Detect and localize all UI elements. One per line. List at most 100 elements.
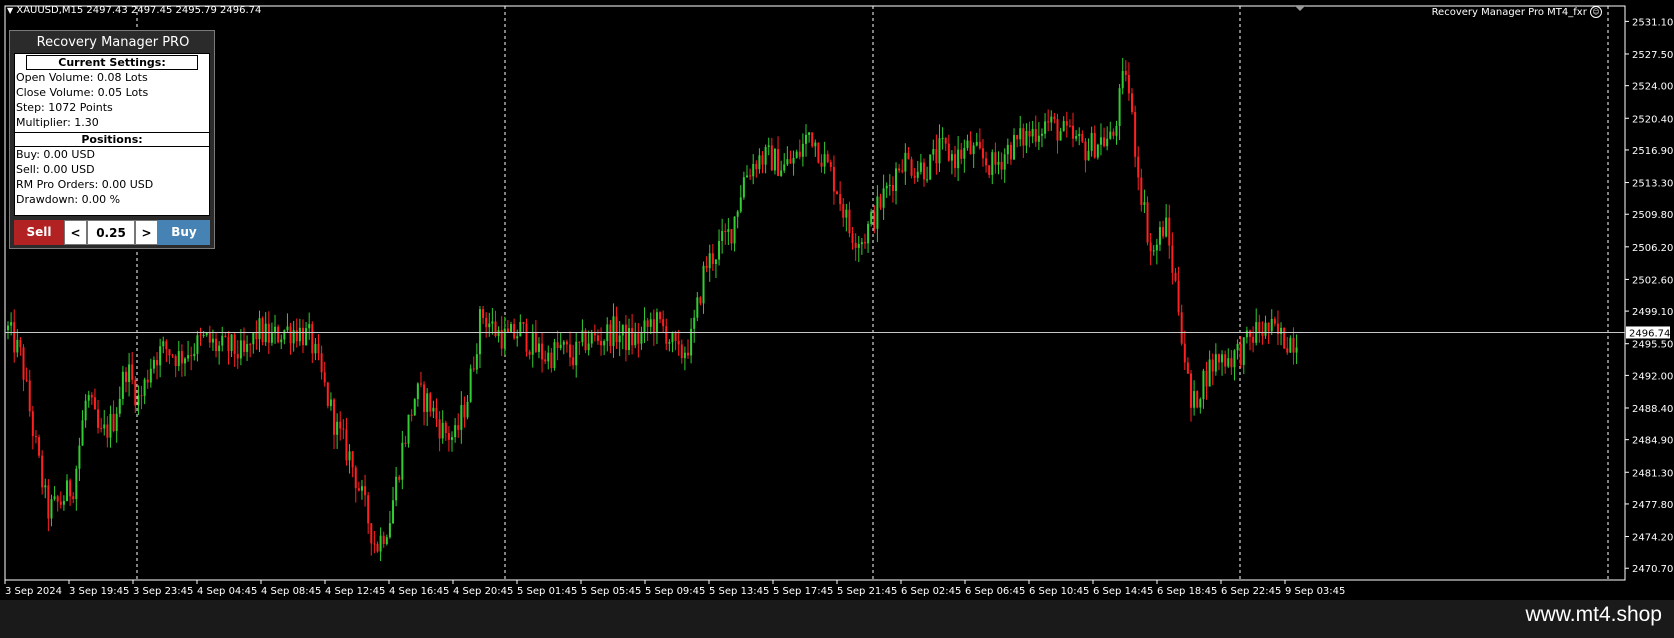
- candle-body: [87, 395, 90, 401]
- candle-body: [454, 425, 457, 438]
- candle-body: [854, 242, 857, 248]
- candle-body: [13, 322, 16, 353]
- candle-body: [93, 397, 96, 410]
- candle-body: [364, 486, 367, 496]
- time-label: 3 Sep 23:45: [133, 586, 193, 597]
- smiley-icon[interactable]: ☺: [1590, 6, 1602, 18]
- candle-body: [758, 155, 761, 170]
- candle-body: [22, 347, 25, 380]
- candle-body: [1044, 121, 1047, 134]
- candle-body: [891, 184, 894, 191]
- chart-canvas[interactable]: 2531.10 2527.50 2524.00 2520.40 2516.90 2513.…: [0, 0, 1674, 600]
- candle-body: [876, 196, 879, 229]
- candle-body: [395, 476, 398, 501]
- candle-body: [124, 371, 127, 383]
- candle-body: [553, 342, 556, 369]
- candle-body: [497, 330, 500, 337]
- candle-body: [128, 364, 131, 383]
- candle-body: [969, 140, 972, 154]
- candle-body: [569, 344, 572, 358]
- ea-name: Recovery Manager Pro MT4_fxr: [1431, 7, 1587, 18]
- candle-body: [447, 432, 450, 440]
- price-label: 2481.30: [1632, 468, 1673, 479]
- candle-body: [1009, 144, 1012, 160]
- chart-shift-marker-icon[interactable]: [1295, 6, 1305, 11]
- candle-body: [559, 344, 562, 349]
- candle-body: [1286, 348, 1289, 353]
- time-label: 5 Sep 05:45: [581, 586, 641, 597]
- candle-body: [339, 421, 342, 429]
- candle-body: [1040, 133, 1043, 136]
- candle-body: [593, 333, 596, 336]
- candle-body: [62, 501, 65, 505]
- candle-body: [149, 368, 152, 383]
- candle-body: [938, 138, 941, 164]
- price-label: 2488.40: [1632, 404, 1673, 415]
- candle-body: [1165, 217, 1168, 237]
- sell-button[interactable]: Sell: [14, 220, 64, 245]
- candle-body: [308, 324, 311, 329]
- candle-body: [373, 543, 376, 545]
- candle-body: [966, 140, 969, 149]
- candle-body: [1230, 358, 1233, 368]
- candle-body: [913, 175, 916, 178]
- candle-body: [190, 355, 193, 357]
- candle-body: [640, 332, 643, 344]
- candle-body: [1068, 125, 1071, 127]
- candle-body: [547, 352, 550, 362]
- candle-body: [1180, 312, 1183, 344]
- candle-body: [196, 335, 199, 354]
- candle-body: [25, 379, 28, 381]
- candle-body: [1190, 373, 1193, 408]
- candle-body: [870, 211, 873, 224]
- price-chart[interactable]: 2531.10 2527.50 2524.00 2520.40 2516.90 2513.…: [0, 0, 1674, 600]
- lot-size-field[interactable]: 0.25: [87, 220, 135, 245]
- candle-body: [168, 349, 171, 356]
- symbol-header: ▼ XAUUSD,M15 2497.43 2497.45 2495.79 249…: [7, 5, 261, 16]
- candle-body: [270, 332, 273, 343]
- price-label: 2516.90: [1632, 146, 1673, 157]
- candle-body: [1224, 354, 1227, 367]
- candle-body: [1152, 250, 1155, 252]
- candle-body: [1003, 154, 1006, 170]
- drawdown: Drawdown: 0.00 %: [16, 193, 121, 206]
- candle-body: [699, 297, 702, 304]
- candle-body: [401, 442, 404, 480]
- candle-body: [10, 322, 13, 326]
- candle-body: [1016, 135, 1019, 140]
- buy-button[interactable]: Buy: [158, 220, 210, 245]
- candle-body: [1000, 161, 1003, 170]
- time-label: 6 Sep 02:45: [901, 586, 961, 597]
- candle-body: [146, 379, 149, 383]
- time-label: 5 Sep 01:45: [517, 586, 577, 597]
- candle-body: [590, 333, 593, 344]
- decrease-lot-button[interactable]: <: [64, 220, 87, 245]
- time-label: 4 Sep 08:45: [261, 586, 321, 597]
- candle-body: [413, 399, 416, 416]
- time-label: 5 Sep 09:45: [645, 586, 705, 597]
- candle-body: [985, 158, 988, 166]
- candle-body: [426, 393, 429, 412]
- candle-body: [764, 146, 767, 165]
- candle-body: [1236, 343, 1239, 351]
- candle-body: [845, 209, 848, 218]
- candle-body: [817, 142, 820, 163]
- dropdown-triangle-icon[interactable]: ▼: [7, 6, 13, 15]
- price-label: 2499.10: [1632, 307, 1673, 318]
- candle-body: [227, 337, 230, 352]
- candle-body: [208, 332, 211, 343]
- candle-body: [404, 442, 407, 444]
- increase-lot-button[interactable]: >: [135, 220, 158, 245]
- candle-body: [162, 341, 165, 347]
- multiplier: Multiplier: 1.30: [16, 116, 99, 129]
- candle-body: [475, 354, 478, 370]
- candle-body: [739, 197, 742, 212]
- candle-body: [333, 399, 336, 435]
- candle-body: [832, 166, 835, 192]
- candle-body: [320, 353, 323, 373]
- candle-body: [1103, 137, 1106, 147]
- candle-body: [252, 332, 255, 345]
- candle-body: [1202, 370, 1205, 400]
- candle-body: [1289, 337, 1292, 353]
- candle-body: [783, 164, 786, 171]
